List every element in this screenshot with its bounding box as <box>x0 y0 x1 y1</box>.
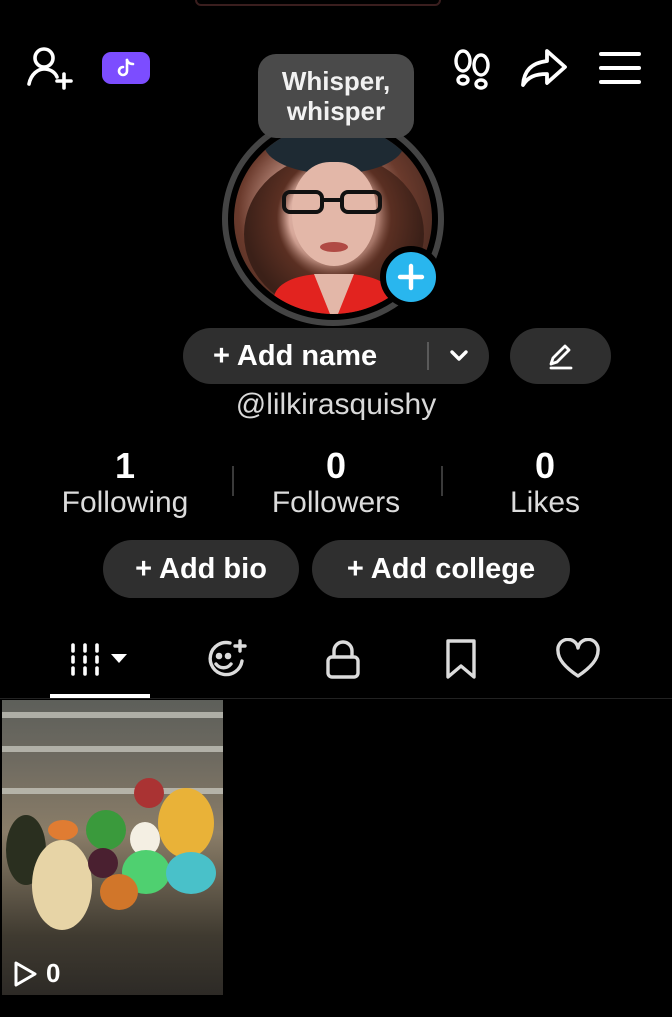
add-name-button[interactable]: + Add name <box>183 328 489 384</box>
stat-value: 1 <box>114 445 136 486</box>
stat-value: 0 <box>534 445 556 486</box>
footprint-icon[interactable] <box>444 42 500 94</box>
stat-label: Likes <box>509 486 581 519</box>
heart-icon <box>556 638 600 678</box>
tiktok-badge-icon[interactable] <box>102 52 150 84</box>
add-bio-button[interactable]: + Add bio <box>103 540 299 598</box>
tab-liked[interactable] <box>528 624 628 694</box>
username: @lilkirasquishy <box>235 388 437 421</box>
plus-icon <box>397 263 425 291</box>
pencil-icon <box>549 344 572 370</box>
videos-grid-icon <box>71 643 127 676</box>
bookmark-icon <box>446 639 476 679</box>
tooltip-bubble: Whisper, whisper <box>258 54 414 138</box>
stat-label: Followers <box>271 486 401 519</box>
stat-divider <box>232 466 234 496</box>
video-view-count: 0 <box>12 958 60 989</box>
edit-profile-button[interactable] <box>510 328 611 384</box>
profile-tabs <box>0 624 672 698</box>
tooltip-line-2: whisper <box>286 96 386 126</box>
stat-divider <box>441 466 443 496</box>
video-thumbnail[interactable] <box>2 700 223 995</box>
add-college-label: + Add college <box>346 552 536 585</box>
stat-value: 0 <box>325 445 347 486</box>
stat-label: Following <box>61 486 189 519</box>
menu-icon[interactable] <box>592 40 648 96</box>
add-college-button[interactable]: + Add college <box>312 540 570 598</box>
stat-likes[interactable]: 0 Likes <box>445 446 645 520</box>
add-photo-button[interactable] <box>380 246 442 308</box>
add-friend-icon[interactable] <box>22 40 78 96</box>
tabs-divider <box>0 698 672 699</box>
tab-private[interactable] <box>293 624 393 694</box>
reposts-icon <box>208 639 247 677</box>
play-icon <box>14 961 37 986</box>
status-notch <box>195 0 441 6</box>
tab-reposts[interactable] <box>176 624 276 694</box>
chevron-down-icon[interactable] <box>443 340 475 372</box>
tooltip-line-1: Whisper, <box>281 66 391 96</box>
add-bio-label: + Add bio <box>135 552 267 585</box>
tab-videos[interactable] <box>50 624 150 694</box>
stat-followers[interactable]: 0 Followers <box>236 446 436 520</box>
views-value: 0 <box>46 958 61 988</box>
tab-saved[interactable] <box>411 624 511 694</box>
share-icon[interactable] <box>516 40 572 96</box>
add-name-label: + Add name <box>213 339 378 372</box>
lock-icon <box>326 640 360 679</box>
divider <box>427 342 429 370</box>
stat-following[interactable]: 1 Following <box>25 446 225 520</box>
